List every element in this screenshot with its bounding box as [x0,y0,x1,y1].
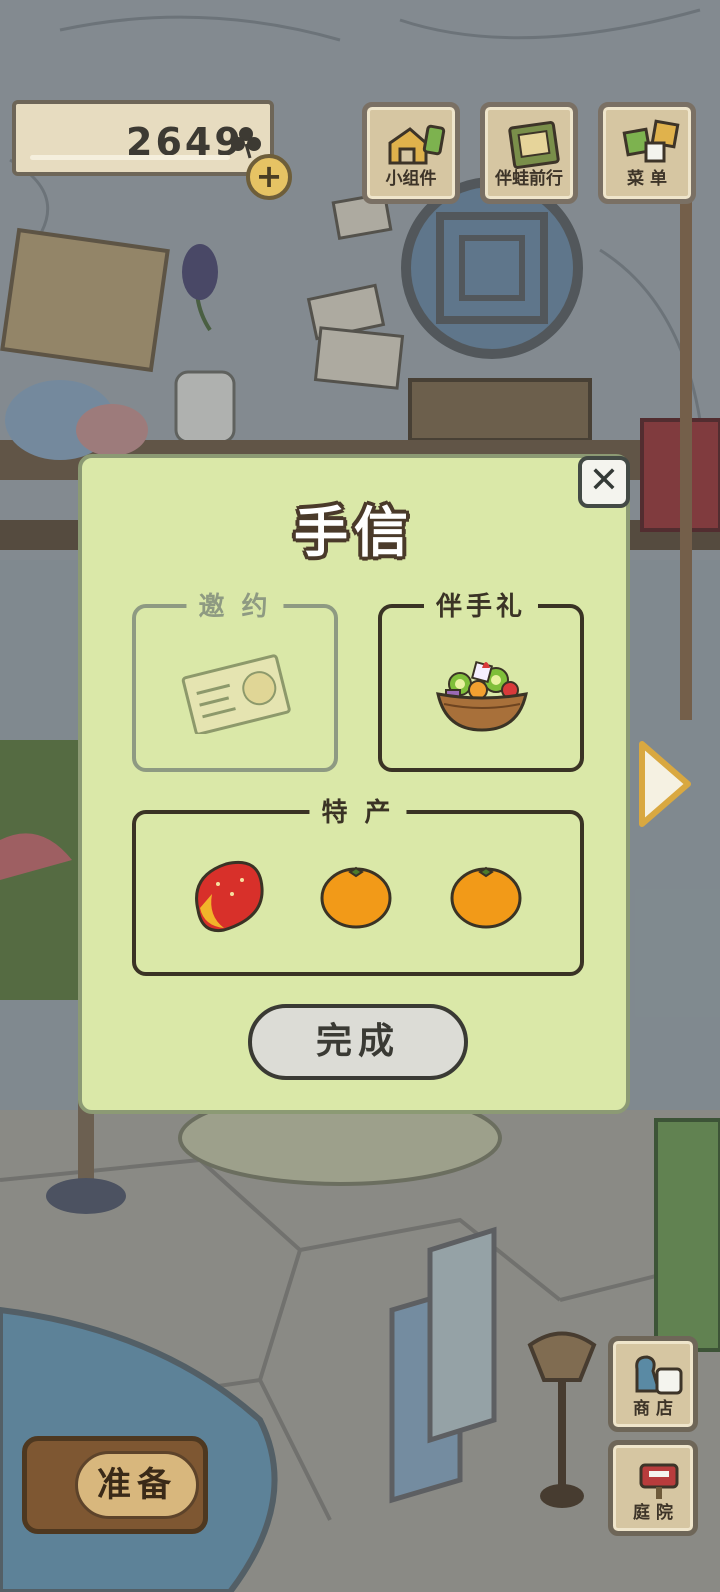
widget-button[interactable]: 小组件 [362,102,460,204]
gift-dialog: 手信 邀 约 伴手礼 特 产 完成 [78,454,630,1114]
prepare-label: 准备 [75,1451,199,1519]
orange-icon [320,866,392,929]
mango-icon [195,861,264,933]
journey-label: 伴蛙前行 [495,169,563,189]
yard-label: 庭 院 [633,1503,673,1523]
chevron-right-icon [639,741,691,827]
done-button[interactable]: 完成 [248,1004,468,1080]
invitation-label: 邀 约 [186,586,284,623]
gift-label: 伴手礼 [423,586,539,623]
shop-label: 商 店 [633,1399,673,1419]
invitation-slot[interactable]: 邀 约 [132,586,338,772]
invitation-card-icon [181,654,291,734]
next-page-arrow[interactable] [636,738,694,830]
widget-label: 小组件 [385,169,437,189]
dialog-title: 手信 [294,501,414,564]
specialty-label: 特 产 [309,792,407,829]
journey-button[interactable]: 伴蛙前行 [480,102,578,204]
journey-book-icon [508,121,560,169]
add-clovers-button[interactable]: + [246,154,292,200]
menu-tiles-icon [622,119,680,163]
fruit-bowl-icon [436,660,528,732]
shop-button[interactable]: 商 店 [608,1336,698,1432]
prepare-button[interactable]: 准备 [22,1436,208,1534]
menu-button[interactable]: 菜 单 [598,102,696,204]
widget-icon [388,124,446,165]
yard-button[interactable]: 庭 院 [608,1440,698,1536]
shop-bags-icon [635,1355,683,1395]
clover-counter: 2649 [12,100,274,176]
mailbox-icon [639,1463,679,1499]
clover-icon [231,127,261,159]
specialty-slot[interactable]: 特 产 [132,792,584,976]
menu-label: 菜 单 [627,169,667,189]
close-button[interactable]: ✕ [578,456,630,508]
gift-slot[interactable]: 伴手礼 [378,586,584,772]
orange-icon [450,866,522,929]
